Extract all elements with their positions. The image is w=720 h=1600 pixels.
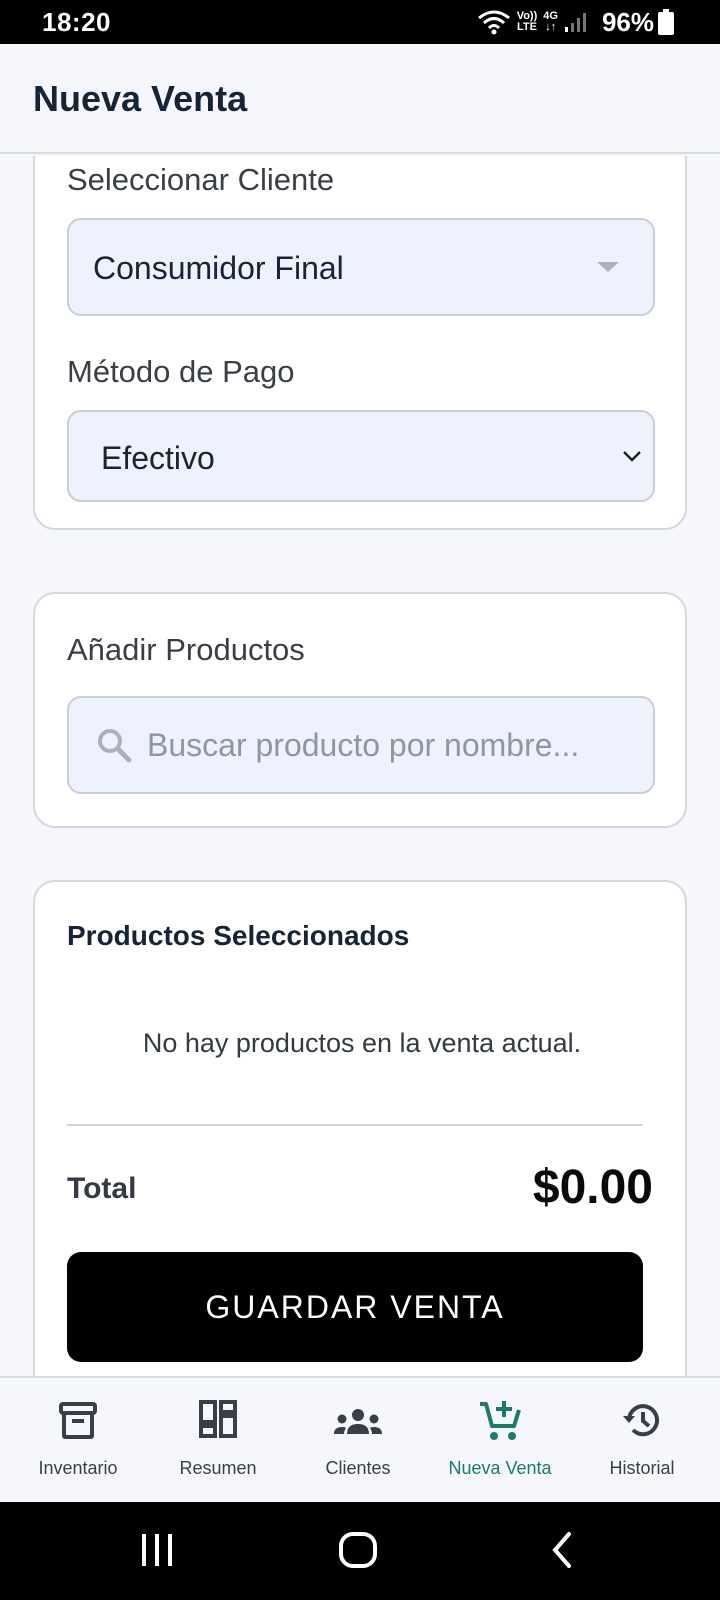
bottom-navigation: Inventario Resumen Clientes Nueva Venta …	[0, 1376, 720, 1502]
search-input[interactable]	[147, 718, 637, 772]
home-icon[interactable]	[338, 1530, 378, 1570]
system-navigation-bar	[0, 1502, 720, 1600]
dashboard-icon	[199, 1400, 237, 1438]
client-value: Consumidor Final	[93, 250, 344, 286]
nav-item-resumen[interactable]: Resumen	[148, 1378, 288, 1504]
total-value: $0.00	[532, 1161, 653, 1214]
selected-products-card: Productos Seleccionados No hay productos…	[33, 880, 687, 1376]
nav-label: Inventario	[38, 1458, 118, 1478]
empty-state-message: No hay productos en la venta actual.	[142, 1028, 582, 1058]
nav-label: Historial	[609, 1458, 675, 1478]
main-content[interactable]: Seleccionar Cliente Consumidor Final Mét…	[0, 156, 720, 1376]
payment-select[interactable]: Efectivo	[67, 410, 655, 502]
selected-products-title: Productos Seleccionados	[67, 920, 410, 951]
wifi-icon	[477, 10, 510, 35]
history-icon	[623, 1404, 659, 1437]
add-cart-icon	[480, 1401, 521, 1440]
payment-label: Método de Pago	[67, 354, 295, 389]
nav-item-historial[interactable]: Historial	[572, 1378, 712, 1504]
recent-apps-icon[interactable]	[140, 1530, 174, 1570]
page-title: Nueva Venta	[33, 78, 248, 119]
client-select[interactable]: Consumidor Final	[67, 218, 655, 316]
search-icon	[98, 729, 132, 763]
app-bar: Nueva Venta	[0, 44, 720, 154]
network-type-indicator: 4G ↓↑	[543, 10, 558, 33]
volte-indicator: Vo)) LTE	[516, 10, 538, 33]
nav-label: Nueva Venta	[448, 1458, 552, 1478]
divider	[67, 1124, 643, 1126]
nav-item-inventario[interactable]: Inventario	[8, 1378, 148, 1504]
chevron-down-icon	[623, 451, 641, 462]
save-sale-button[interactable]: GUARDAR VENTA	[67, 1252, 643, 1362]
nav-label: Clientes	[325, 1458, 391, 1478]
back-icon[interactable]	[550, 1530, 574, 1570]
status-time: 18:20	[42, 7, 111, 37]
total-label: Total	[67, 1172, 137, 1205]
client-label: Seleccionar Cliente	[67, 162, 335, 197]
payment-value: Efectivo	[101, 440, 215, 476]
archive-icon	[59, 1402, 97, 1439]
nav-label: Resumen	[179, 1458, 257, 1478]
add-products-label: Añadir Productos	[67, 632, 305, 667]
nav-item-clientes[interactable]: Clientes	[288, 1378, 428, 1504]
battery-icon	[658, 9, 674, 35]
sale-details-card: Seleccionar Cliente Consumidor Final Mét…	[33, 156, 687, 530]
add-products-card: Añadir Productos	[33, 592, 687, 828]
nav-item-nueva-venta[interactable]: Nueva Venta	[430, 1378, 570, 1504]
battery-percent: 96%	[601, 6, 654, 37]
signal-icon	[564, 13, 586, 32]
caret-down-icon	[597, 262, 619, 272]
status-icons: Vo)) LTE 4G ↓↑ 96%	[477, 6, 674, 38]
groups-icon	[334, 1409, 382, 1434]
product-search[interactable]	[67, 696, 655, 794]
status-bar: 18:20 Vo)) LTE 4G ↓↑ 96%	[0, 0, 720, 44]
